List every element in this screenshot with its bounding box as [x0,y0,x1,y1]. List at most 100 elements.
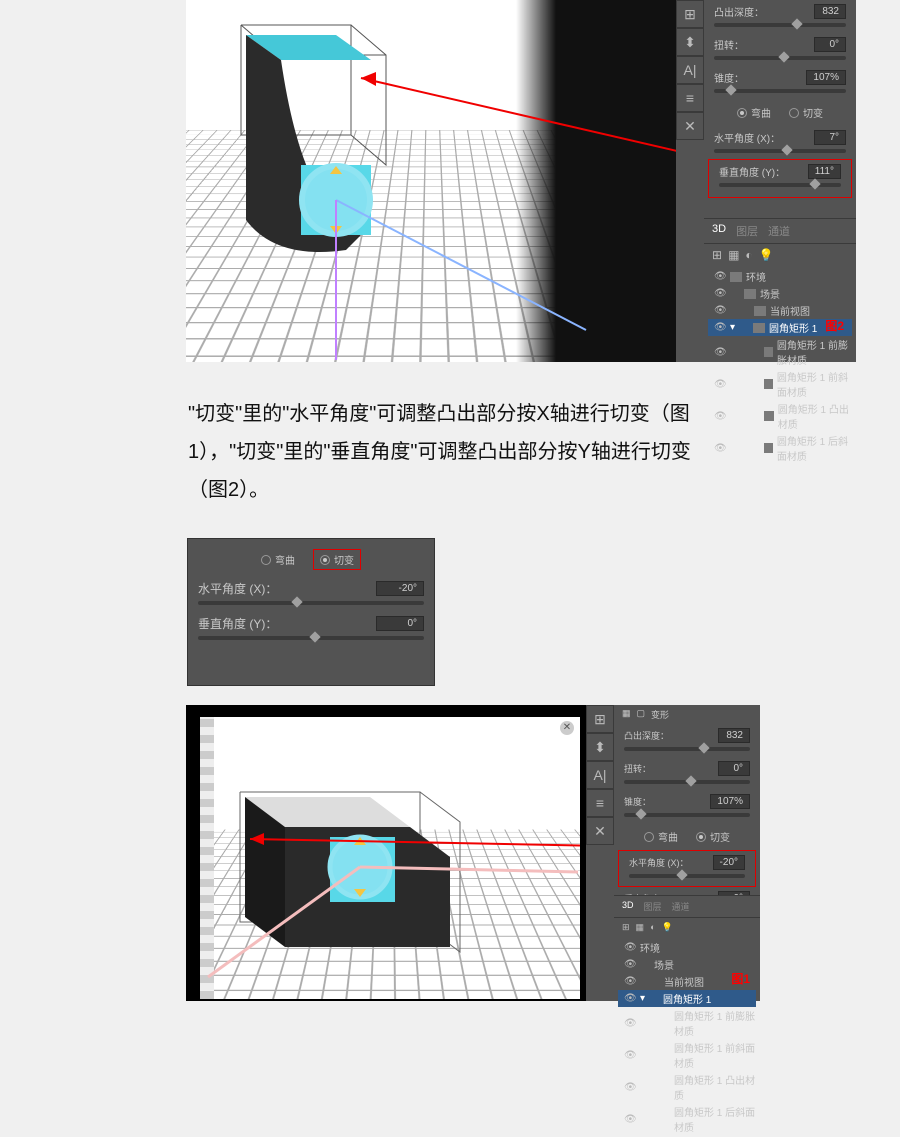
twist-slider[interactable] [624,780,750,784]
extrude-depth-slider[interactable] [624,747,750,751]
tree-scene[interactable]: 👁场景 [708,285,852,302]
horiz-angle-value[interactable]: 7° [814,130,846,145]
tree-mat[interactable]: 👁圆角矩形 1 凸出材质 [708,400,852,432]
eye-icon[interactable]: 👁 [714,288,726,299]
extrude-depth-label: 凸出深度： [714,4,764,19]
panel-3d-filter-icons: ⊞ ▦ ◐ 💡 [614,918,760,937]
tool-icon[interactable]: ⊞ [676,0,704,28]
radio-dot-icon [789,108,799,118]
crop-horiz-value[interactable]: -20° [376,581,424,596]
radio-bend[interactable]: 弯曲 [644,829,678,844]
radio-shear[interactable]: 切变 [789,105,823,120]
tool-icon[interactable]: ≡ [676,84,704,112]
tree-mat[interactable]: 👁圆角矩形 1 后斜面材质 [708,432,852,464]
tree-scene[interactable]: 👁场景 [618,956,756,973]
twist-value[interactable]: 0° [814,37,846,52]
radio-bend[interactable]: 弯曲 [261,549,295,570]
tree-mat[interactable]: 👁圆角矩形 1 后斜面材质 [618,1103,756,1135]
eye-icon[interactable]: 👁 [714,379,726,390]
eye-icon[interactable]: 👁 [624,942,636,953]
tree-mat[interactable]: 👁圆角矩形 1 前斜面材质 [708,368,852,400]
fig1-properties-panel: 凸出深度： 832 .slider-track::after{left:var(… [704,0,856,218]
panel-3d-tabs: 3D 图层 通道 [614,895,760,918]
panel-header: ▦ ▢ 变形 [614,705,760,724]
twist-label: 扭转： [624,762,651,775]
radio-bend[interactable]: 弯曲 [737,105,771,120]
tab-channels[interactable]: 通道 [672,900,690,913]
extrude-depth-slider[interactable]: .slider-track::after{left:var(--p,50%);} [714,23,846,27]
bend-shear-radio: 弯曲 切变 [614,823,760,850]
taper-slider[interactable] [714,89,846,93]
extrude-depth-value[interactable]: 832 [814,4,846,19]
eye-icon[interactable]: 👁 [624,976,636,987]
tree-shape[interactable]: 👁▾圆角矩形 1 [708,319,852,336]
fig1-viewport[interactable] [186,0,676,362]
tab-layers[interactable]: 图层 [736,223,758,239]
filter-icon[interactable]: ⊞ [712,248,722,262]
eye-icon[interactable]: 👁 [624,993,636,1004]
vert-angle-slider[interactable] [719,183,841,187]
eye-icon[interactable]: 👁 [714,322,726,333]
eye-icon[interactable]: 👁 [624,959,636,970]
tree-view[interactable]: 👁当前视图 [708,302,852,319]
filter-icon[interactable]: ◐ [745,248,752,262]
tab-3d[interactable]: 3D [712,223,726,239]
tab-channels[interactable]: 通道 [768,223,790,239]
vert-angle-highlight: 垂直角度 (Y)： 111° [708,159,852,198]
filter-icon[interactable]: 💡 [759,248,774,262]
crop-vert-row: 垂直角度 (Y)： 0° [188,611,434,634]
tree-mat[interactable]: 👁圆角矩形 1 前膨胀材质 [708,336,852,368]
eye-icon[interactable]: 👁 [714,347,726,358]
filter-icon[interactable]: ◐ [650,922,655,933]
horiz-angle-value[interactable]: -20° [713,855,745,870]
tree-view[interactable]: 👁当前视图 [618,973,756,990]
tree-mat[interactable]: 👁圆角矩形 1 前膨胀材质 [618,1007,756,1039]
article-text: "切变"里的"水平角度"可调整凸出部分按X轴进行切变（图1），"切变"里的"垂直… [188,395,718,509]
tool-icon[interactable]: ✕ [676,112,704,140]
crop-vert-value[interactable]: 0° [376,616,424,631]
filter-icon[interactable]: ▦ [728,248,739,262]
filter-icon[interactable]: ▦ [636,922,645,933]
eye-icon[interactable]: 👁 [714,271,726,282]
twist-value[interactable]: 0° [718,761,750,776]
tree-mat[interactable]: 👁圆角矩形 1 凸出材质 [618,1071,756,1103]
fig2-viewport[interactable]: ✕ [200,717,580,999]
radio-shear[interactable]: 切变 [696,829,730,844]
tree-mat[interactable]: 👁圆角矩形 1 前斜面材质 [618,1039,756,1071]
eye-icon[interactable]: 👁 [624,1018,636,1029]
taper-value[interactable]: 107% [806,70,846,85]
eye-icon[interactable]: 👁 [624,1050,636,1061]
tree-env[interactable]: 👁环境 [618,939,756,956]
fig2-3d-panel: 3D 图层 通道 ⊞▦◐💡 👁环境 👁场景 👁当前视图 👁▾圆角矩形 1 👁圆角… [614,895,760,1001]
filter-icon[interactable]: ⊞ [622,922,630,933]
tool-icon[interactable]: A| [676,56,704,84]
tab-layers[interactable]: 图层 [644,900,662,913]
filter-icon[interactable]: 💡 [662,922,673,933]
crop-vert-slider[interactable] [198,636,424,640]
tree-env[interactable]: 👁环境 [708,268,852,285]
tool-icon[interactable]: A| [586,761,614,789]
eye-icon[interactable]: 👁 [714,305,726,316]
tab-3d[interactable]: 3D [622,900,634,913]
tool-icon[interactable]: ⬍ [586,733,614,761]
taper-slider[interactable] [624,813,750,817]
vert-angle-value[interactable]: 111° [808,164,841,179]
eye-icon[interactable]: 👁 [624,1114,636,1125]
node-icon [753,323,765,333]
horiz-angle-slider[interactable] [714,149,846,153]
tree-shape[interactable]: 👁▾圆角矩形 1 [618,990,756,1007]
horiz-angle-slider[interactable] [629,874,745,878]
extrude-depth-value[interactable]: 832 [718,728,750,743]
tool-icon[interactable]: ≡ [586,789,614,817]
taper-value[interactable]: 107% [710,794,750,809]
close-icon[interactable]: ✕ [560,721,574,735]
tool-icon[interactable]: ✕ [586,817,614,845]
crop-horiz-slider[interactable] [198,601,424,605]
tool-icon[interactable]: ⊞ [586,705,614,733]
eye-icon[interactable]: 👁 [624,1082,636,1093]
twist-slider[interactable] [714,56,846,60]
tool-icon[interactable]: ⬍ [676,28,704,56]
radio-shear[interactable]: 切变 [320,552,354,567]
fig2-properties-panel: ▦ ▢ 变形 凸出深度：832 扭转：0° 锥度：107% 弯曲 切变 水平角度… [614,705,760,895]
radio-dot-icon [644,832,654,842]
